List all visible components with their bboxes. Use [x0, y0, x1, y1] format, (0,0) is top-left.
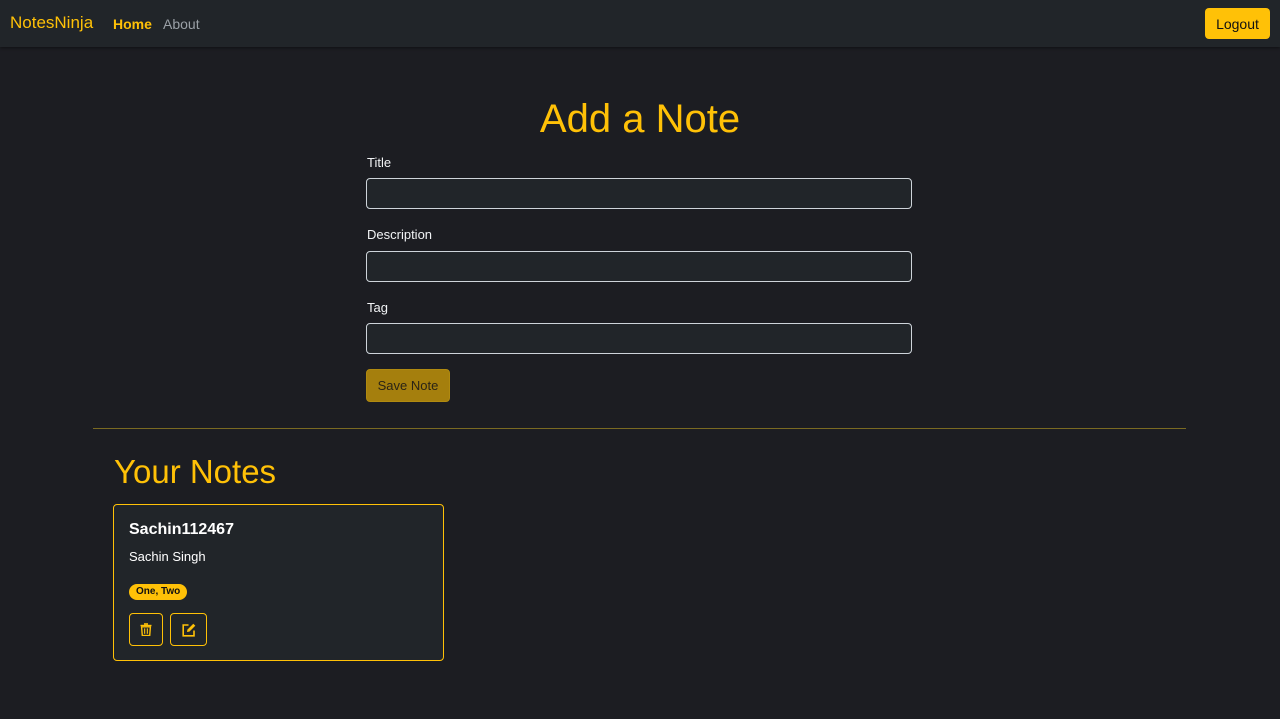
title-input[interactable]	[366, 178, 912, 209]
nav-link-home[interactable]: Home	[113, 16, 152, 32]
note-card: Sachin112467 Sachin Singh One, Two	[113, 504, 444, 661]
edit-icon	[181, 623, 195, 637]
save-note-button[interactable]: Save Note	[366, 369, 450, 402]
trash-icon	[140, 623, 152, 636]
section-divider	[93, 428, 1186, 429]
tag-label: Tag	[367, 300, 388, 315]
note-tag-badge: One, Two	[129, 584, 188, 600]
navbar: NotesNinja Home About Logout	[0, 0, 1280, 47]
brand-logo[interactable]: NotesNinja	[10, 13, 93, 33]
note-title: Sachin112467	[129, 521, 234, 538]
title-label: Title	[367, 155, 392, 170]
your-notes-heading: Your Notes	[114, 453, 277, 490]
description-input[interactable]	[366, 251, 912, 282]
tag-input[interactable]	[366, 323, 912, 354]
add-note-heading: Add a Note	[539, 97, 741, 141]
nav-link-about[interactable]: About	[163, 16, 200, 32]
note-description: Sachin Singh	[129, 549, 206, 564]
delete-note-button[interactable]	[129, 613, 163, 646]
edit-note-button[interactable]	[170, 613, 207, 646]
description-label: Description	[367, 227, 433, 242]
logout-button[interactable]: Logout	[1205, 8, 1270, 39]
